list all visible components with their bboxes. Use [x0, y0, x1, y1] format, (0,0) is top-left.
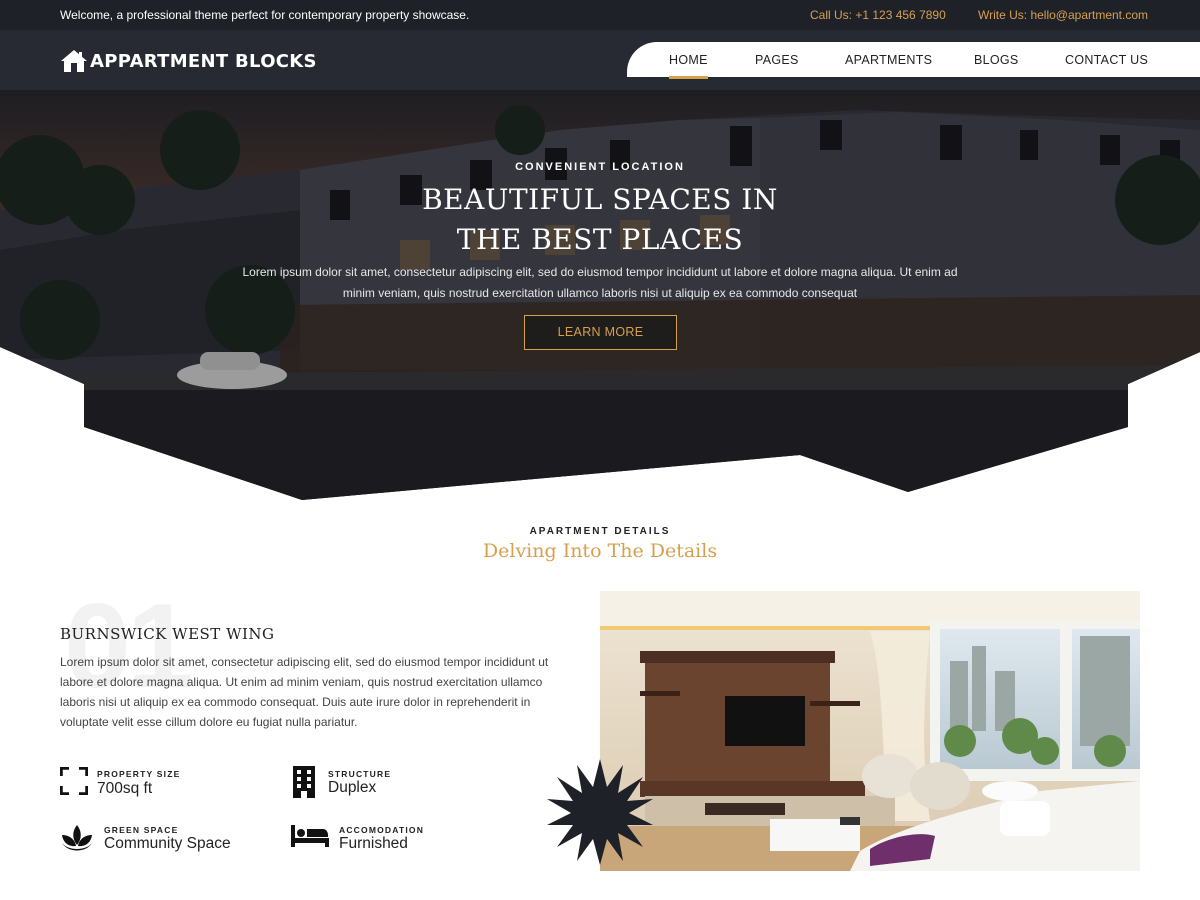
- top-info-bar: Welcome, a professional theme perfect fo…: [0, 0, 1200, 30]
- feature-label: STRUCTURE: [328, 769, 392, 779]
- email-link[interactable]: Write Us: hello@apartment.com: [978, 8, 1148, 22]
- nav-blogs[interactable]: BLOGS: [974, 53, 1019, 67]
- learn-more-button[interactable]: LEARN MORE: [524, 315, 677, 350]
- apartment-interior-image: [600, 591, 1140, 871]
- hero-title-line-2: THE BEST PLACES: [456, 223, 744, 256]
- hero-eyebrow: CONVENIENT LOCATION: [515, 161, 685, 173]
- welcome-text: Welcome, a professional theme perfect fo…: [60, 8, 470, 22]
- bed-icon: [291, 825, 329, 847]
- hero-title-line-1: BEAUTIFUL SPACES IN: [422, 183, 778, 216]
- phone-link[interactable]: Call Us: +1 123 456 7890: [810, 8, 946, 22]
- site-header: APPARTMENT BLOCKS HOME PAGES APARTMENTS …: [0, 30, 1200, 90]
- main-nav: HOME PAGES APARTMENTS BLOGS CONTACT US: [627, 42, 1200, 79]
- hero-banner: CONVENIENT LOCATION BEAUTIFUL SPACES IN …: [0, 90, 1200, 500]
- feature-value: Community Space: [104, 835, 231, 852]
- feature-label: PROPERTY SIZE: [97, 769, 181, 779]
- feature-value: Furnished: [339, 835, 408, 852]
- feature-label: ACCOMODATION: [339, 825, 425, 835]
- hero-description: Lorem ipsum dolor sit amet, consectetur …: [242, 265, 958, 300]
- hero-title: BEAUTIFUL SPACES IN THE BEST PLACES: [0, 180, 1200, 260]
- section-eyebrow: APARTMENT DETAILS: [529, 526, 671, 537]
- building-icon: [293, 766, 315, 798]
- feature-property-size: PROPERTY SIZE 700sq ft: [60, 767, 280, 799]
- wing-title: BURNSWICK WEST WING: [60, 625, 275, 643]
- nav-apartments[interactable]: APARTMENTS: [845, 53, 932, 67]
- nav-home[interactable]: HOME: [669, 53, 708, 79]
- expand-icon: [60, 767, 88, 795]
- wing-description: Lorem ipsum dolor sit amet, consectetur …: [60, 655, 549, 729]
- site-logo[interactable]: APPARTMENT BLOCKS: [60, 48, 317, 74]
- feature-label: GREEN SPACE: [104, 825, 179, 835]
- feature-value: Duplex: [328, 779, 377, 796]
- decorative-starburst: [547, 759, 653, 865]
- feature-accomodation: ACCOMODATION Furnished: [291, 823, 511, 855]
- lotus-icon: [62, 825, 92, 851]
- feature-green-space: GREEN SPACE Community Space: [60, 823, 290, 855]
- house-icon: [61, 50, 87, 72]
- section-title: Delving Into The Details: [482, 540, 718, 562]
- feature-structure: STRUCTURE Duplex: [291, 766, 511, 798]
- nav-contact-us[interactable]: CONTACT US: [1065, 53, 1148, 67]
- nav-pages[interactable]: PAGES: [755, 53, 799, 67]
- feature-value: 700sq ft: [97, 780, 153, 797]
- brand-name: APPARTMENT BLOCKS: [90, 50, 317, 72]
